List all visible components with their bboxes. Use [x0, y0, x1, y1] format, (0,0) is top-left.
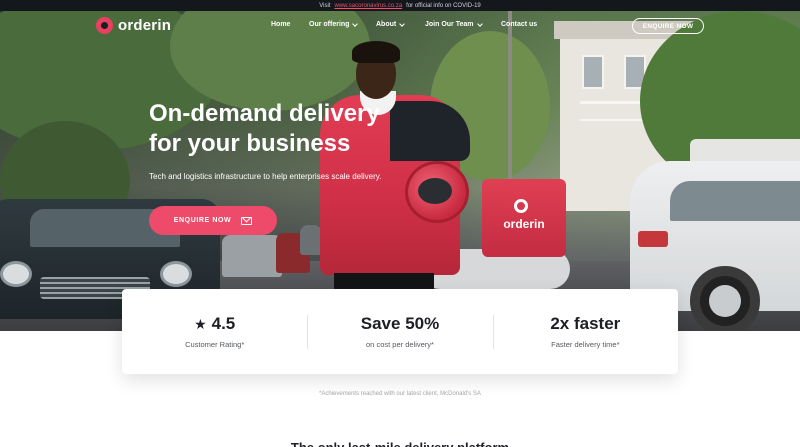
car-window — [670, 181, 800, 221]
logo[interactable]: orderin — [96, 17, 171, 34]
stat-delivery-speed: 2x faster Faster delivery time* — [492, 289, 678, 374]
hero-subtitle: Tech and logistics infrastructure to hel… — [149, 172, 382, 181]
covid-banner: Visit www.sacoronavirus.co.za for offici… — [0, 0, 800, 11]
covid-info-link[interactable]: www.sacoronavirus.co.za — [334, 3, 402, 9]
hero-title-line: On-demand delivery — [149, 100, 380, 127]
covid-banner-suffix: for official info on COVID-19 — [406, 2, 481, 9]
achievements-footnote: *Achievements reached with our latest cl… — [319, 391, 481, 397]
stat-value-text: Save 50% — [360, 314, 440, 333]
star-icon: ★ — [194, 315, 207, 332]
delivery-box: orderin — [482, 179, 566, 257]
house-window — [582, 55, 604, 89]
nav-item-contact-us[interactable]: Contact us — [501, 21, 551, 28]
chevron-down-icon — [352, 20, 359, 27]
stat-value: ★ 4.5 — [194, 314, 235, 334]
stats-card: ★ 4.5 Customer Rating* Save 50% on cost … — [122, 289, 678, 374]
stat-value: Save 50% — [361, 314, 439, 334]
nav-item-our-offering[interactable]: Our offering — [309, 20, 376, 28]
enquire-now-hero-button[interactable]: ENQUIRE NOW — [149, 206, 277, 235]
hero-section: orderin — [0, 11, 800, 331]
box-logo-icon — [514, 199, 528, 213]
nav-links: Home Our offering About Join Our Team Co… — [271, 20, 551, 28]
chevron-down-icon — [399, 20, 406, 27]
parked-car — [222, 235, 282, 277]
nav-item-label: About — [376, 21, 397, 28]
stat-label: on cost per delivery* — [366, 340, 434, 349]
car-headlight — [160, 261, 192, 287]
nav-item-label: Our offering — [309, 21, 350, 28]
helmet — [405, 161, 469, 223]
car-headlight — [0, 261, 32, 287]
hero-title: On-demand delivery for your business — [149, 99, 449, 159]
stat-value: 2x faster — [550, 314, 620, 334]
orderin-logo-icon — [96, 17, 113, 34]
stat-label: Faster delivery time* — [551, 340, 620, 349]
enquire-now-label: ENQUIRE NOW — [173, 217, 232, 224]
stat-value-text: 2x faster — [550, 314, 621, 333]
chevron-down-icon — [476, 20, 483, 27]
page: Visit www.sacoronavirus.co.za for offici… — [0, 0, 800, 447]
logo-text: orderin — [118, 17, 172, 34]
box-brand-text: orderin — [503, 217, 545, 231]
nav-item-label: Join Our Team — [425, 21, 474, 28]
nav-item-about[interactable]: About — [376, 20, 425, 28]
nav-item-label: Home — [271, 21, 291, 28]
main-nav: orderin Home Our offering About Join Our… — [0, 11, 800, 41]
nav-item-label: Contact us — [501, 21, 538, 28]
parked-car — [300, 225, 322, 255]
stat-value-text: 4.5 — [211, 314, 236, 333]
helmet-visor — [418, 178, 452, 204]
covid-banner-prefix: Visit — [319, 2, 331, 9]
enquire-now-nav-button[interactable]: ENQUIRE NOW — [632, 18, 704, 34]
stat-customer-rating: ★ 4.5 Customer Rating* — [122, 289, 307, 374]
car-taillight — [638, 231, 668, 247]
courier-hair — [352, 41, 400, 63]
stat-label: Customer Rating* — [185, 340, 245, 349]
nav-item-home[interactable]: Home — [271, 21, 309, 28]
section-heading: The only last-mile delivery platform — [0, 440, 800, 447]
stat-cost-saving: Save 50% on cost per delivery* — [307, 289, 492, 374]
hero-title-line: for your business — [149, 130, 351, 157]
car-wheel — [690, 266, 760, 331]
mail-icon — [241, 216, 253, 225]
nav-item-join-our-team[interactable]: Join Our Team — [425, 20, 501, 28]
